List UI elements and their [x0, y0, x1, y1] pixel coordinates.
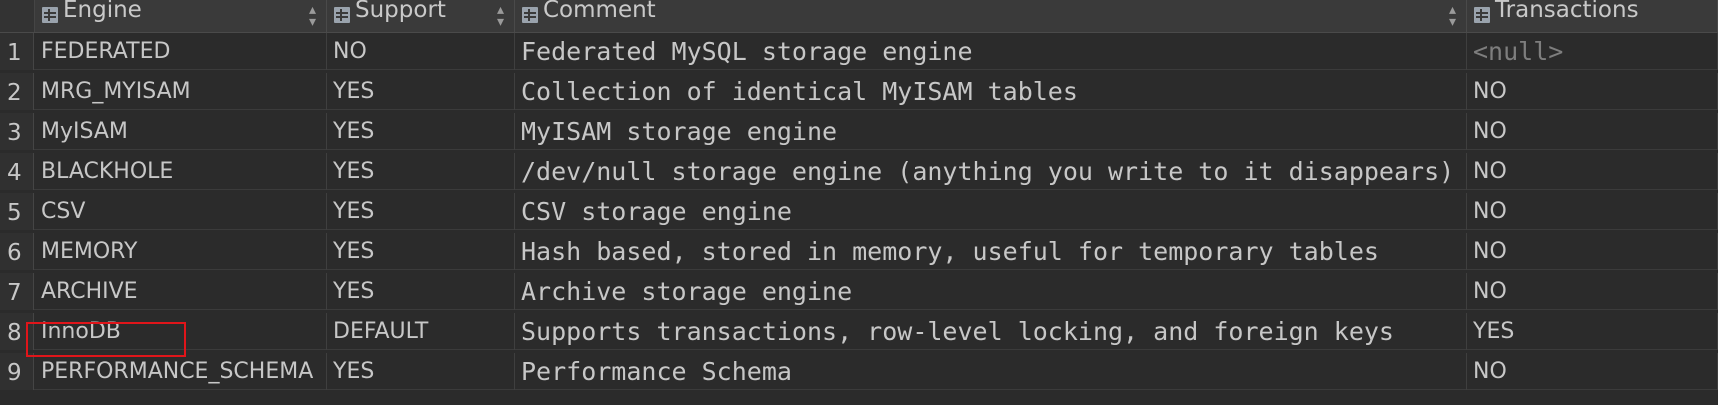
cell-engine[interactable]: FEDERATED: [35, 33, 327, 70]
row-number[interactable]: 6: [0, 233, 34, 270]
cell-transactions[interactable]: NO: [1467, 73, 1718, 110]
sort-icon[interactable]: ▴ ▾: [497, 3, 504, 29]
cell-transactions[interactable]: NO: [1467, 233, 1718, 270]
row-number[interactable]: 9: [0, 353, 34, 390]
cell-engine[interactable]: MEMORY: [35, 233, 327, 270]
column-icon: [334, 7, 350, 23]
table-row[interactable]: 9 PERFORMANCE_SCHEMA YES Performance Sch…: [0, 353, 1718, 390]
table-row[interactable]: 5 CSV YES CSV storage engine NO: [0, 193, 1718, 230]
cell-comment[interactable]: /dev/null storage engine (anything you w…: [515, 153, 1467, 190]
cell-support[interactable]: YES: [327, 73, 515, 110]
column-header-engine[interactable]: Engine ▴ ▾: [35, 0, 327, 32]
cell-support[interactable]: YES: [327, 193, 515, 230]
column-icon: [42, 7, 58, 23]
sort-icon[interactable]: ▴ ▾: [309, 3, 316, 29]
cell-comment[interactable]: Hash based, stored in memory, useful for…: [515, 233, 1467, 270]
cell-support[interactable]: YES: [327, 353, 515, 390]
cell-support[interactable]: NO: [327, 33, 515, 70]
column-icon: [1474, 7, 1490, 23]
cell-transactions[interactable]: NO: [1467, 193, 1718, 230]
cell-engine[interactable]: PERFORMANCE_SCHEMA: [35, 353, 327, 390]
cell-support[interactable]: YES: [327, 113, 515, 150]
row-number[interactable]: 7: [0, 273, 34, 310]
column-header-label: Support: [355, 0, 446, 23]
cell-comment[interactable]: Archive storage engine: [515, 273, 1467, 310]
sort-icon[interactable]: ▴ ▾: [1449, 3, 1456, 29]
table-row[interactable]: 3 MyISAM YES MyISAM storage engine NO: [0, 113, 1718, 150]
column-header-transactions[interactable]: Transactions: [1467, 0, 1718, 32]
cell-transactions[interactable]: NO: [1467, 153, 1718, 190]
cell-transactions[interactable]: NO: [1467, 273, 1718, 310]
row-number-header[interactable]: [0, 0, 35, 32]
row-number[interactable]: 1: [0, 33, 34, 70]
table-row[interactable]: 6 MEMORY YES Hash based, stored in memor…: [0, 233, 1718, 270]
cell-transactions[interactable]: YES: [1467, 313, 1718, 350]
cell-comment[interactable]: CSV storage engine: [515, 193, 1467, 230]
column-header-label: Transactions: [1495, 0, 1639, 23]
column-header-label: Comment: [543, 0, 656, 23]
table-row[interactable]: 1 FEDERATED NO Federated MySQL storage e…: [0, 33, 1718, 70]
cell-engine[interactable]: BLACKHOLE: [35, 153, 327, 190]
cell-comment[interactable]: Federated MySQL storage engine: [515, 33, 1467, 70]
column-header-label: Engine: [63, 0, 142, 23]
cell-engine[interactable]: MRG_MYISAM: [35, 73, 327, 110]
cell-support[interactable]: DEFAULT: [327, 313, 515, 350]
cell-support[interactable]: YES: [327, 233, 515, 270]
table-row[interactable]: 2 MRG_MYISAM YES Collection of identical…: [0, 73, 1718, 110]
table-row[interactable]: 4 BLACKHOLE YES /dev/null storage engine…: [0, 153, 1718, 190]
innodb-highlight-box: [26, 322, 186, 357]
column-icon: [522, 7, 538, 23]
row-number[interactable]: 5: [0, 193, 34, 230]
cell-comment[interactable]: Collection of identical MyISAM tables: [515, 73, 1467, 110]
cell-engine[interactable]: MyISAM: [35, 113, 327, 150]
cell-engine[interactable]: ARCHIVE: [35, 273, 327, 310]
cell-comment[interactable]: MyISAM storage engine: [515, 113, 1467, 150]
table-row[interactable]: 8 InnoDB DEFAULT Supports transactions, …: [0, 313, 1718, 350]
cell-transactions[interactable]: NO: [1467, 353, 1718, 390]
cell-support[interactable]: YES: [327, 273, 515, 310]
table-row[interactable]: 7 ARCHIVE YES Archive storage engine NO: [0, 273, 1718, 310]
column-header-support[interactable]: Support ▴ ▾: [327, 0, 515, 32]
cell-transactions[interactable]: NO: [1467, 113, 1718, 150]
cell-transactions[interactable]: <null>: [1467, 33, 1718, 70]
row-number[interactable]: 2: [0, 73, 34, 110]
row-number[interactable]: 4: [0, 153, 34, 190]
column-header-comment[interactable]: Comment ▴ ▾: [515, 0, 1467, 32]
result-grid: Engine ▴ ▾ Support ▴ ▾ Comment ▴ ▾ Transact…: [0, 0, 1718, 405]
cell-support[interactable]: YES: [327, 153, 515, 190]
cell-comment[interactable]: Supports transactions, row-level locking…: [515, 313, 1467, 350]
row-number[interactable]: 3: [0, 113, 34, 150]
cell-engine[interactable]: CSV: [35, 193, 327, 230]
grid-header: Engine ▴ ▾ Support ▴ ▾ Comment ▴ ▾ Transact…: [0, 0, 1718, 33]
cell-comment[interactable]: Performance Schema: [515, 353, 1467, 390]
